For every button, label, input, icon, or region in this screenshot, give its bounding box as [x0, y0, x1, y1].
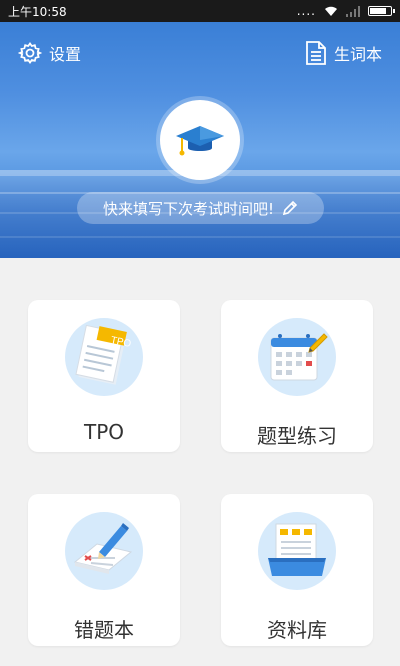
status-bar: 上午10:58 .... [0, 0, 400, 22]
settings-button[interactable]: 设置 [18, 41, 81, 65]
library-icon [258, 512, 336, 590]
hero-header: 设置 生词本 快来填写下次考试时间吧! [0, 22, 400, 258]
status-time: 上午10:58 [8, 4, 67, 19]
question-types-card[interactable]: 题型练习 [221, 300, 373, 452]
exam-date-text: 快来填写下次考试时间吧! [102, 199, 274, 218]
tpo-label: TPO [83, 420, 125, 444]
signal-icon [346, 5, 360, 17]
graduation-cap-icon [176, 126, 224, 156]
wrong-answers-card[interactable]: 错题本 [28, 494, 180, 646]
question-types-label: 题型练习 [257, 424, 337, 448]
notification-dots: .... [296, 4, 316, 18]
wrong-answers-label: 错题本 [74, 618, 134, 642]
tpo-icon: TPO [65, 318, 143, 396]
wrong-notebook-icon [65, 512, 143, 590]
tpo-card[interactable]: TPO TPO [28, 300, 180, 452]
vocab-book-button[interactable]: 生词本 [305, 40, 382, 66]
vocab-book-label: 生词本 [333, 45, 382, 64]
settings-label: 设置 [49, 45, 82, 64]
graduation-cap-avatar[interactable] [160, 100, 240, 180]
wifi-icon [325, 6, 337, 16]
calendar-icon [258, 318, 336, 396]
pencil-icon [282, 200, 298, 216]
document-icon [306, 41, 326, 65]
gear-icon [18, 41, 42, 65]
library-label: 资料库 [267, 618, 327, 642]
library-card[interactable]: 资料库 [221, 494, 373, 646]
exam-date-prompt[interactable]: 快来填写下次考试时间吧! [77, 192, 324, 224]
status-icons: .... [296, 4, 395, 18]
battery-icon [368, 6, 395, 16]
